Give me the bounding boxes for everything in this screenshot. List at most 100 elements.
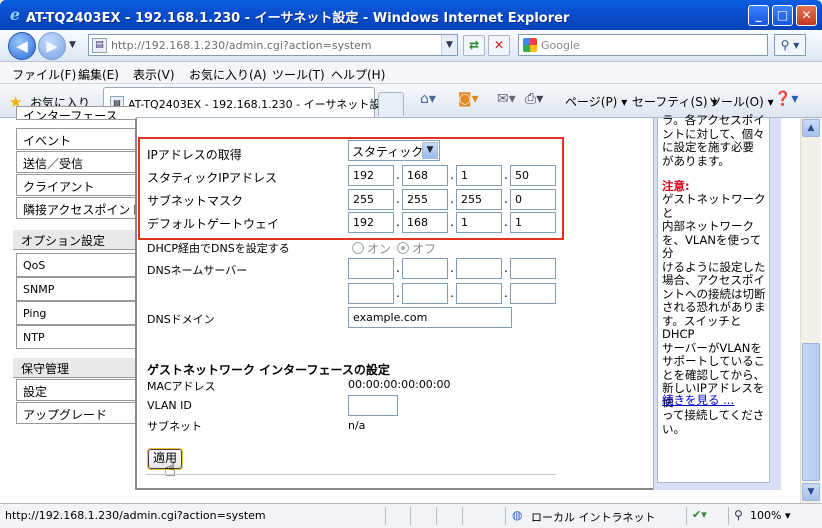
menu-edit[interactable]: 編集(E) xyxy=(78,66,119,83)
ip-dot: . xyxy=(396,286,400,300)
menu-favorites[interactable]: お気に入り(A) xyxy=(189,66,267,83)
new-tab-button[interactable] xyxy=(378,92,404,116)
sidebar-item-events[interactable]: イベント xyxy=(16,128,136,150)
sidebar-item-qos[interactable]: QoS xyxy=(16,253,136,277)
dns2-octet-4[interactable] xyxy=(510,283,556,304)
stop-button[interactable]: ✕ xyxy=(488,35,510,56)
help-content: ラ。各アクセスポイ ントに対して、個々 に設定を施す必要 があります。 注意: … xyxy=(657,113,770,483)
address-dropdown-icon[interactable]: ▼ xyxy=(441,35,457,55)
menu-tools[interactable]: ツール(T) xyxy=(272,66,325,83)
sidebar-item-ping[interactable]: Ping xyxy=(16,301,136,325)
ip-dot: . xyxy=(396,168,400,182)
zoom-icon[interactable]: ⚲ xyxy=(734,508,743,522)
help-line: に設定を施す必要 xyxy=(662,140,754,154)
dns1-octet-1[interactable] xyxy=(348,258,394,279)
window-title: AT-TQ2403EX - 192.168.1.230 - イーサネット設定 -… xyxy=(26,11,570,26)
help-line: サーバーがVLANを xyxy=(662,340,762,355)
maximize-button[interactable]: □ xyxy=(772,5,793,26)
zoom-level[interactable]: 100% ▾ xyxy=(750,509,790,522)
help-line: って接続してくださ xyxy=(662,408,765,422)
sidebar-item-config[interactable]: 設定 xyxy=(16,379,136,401)
scroll-down-icon[interactable]: ▼ xyxy=(802,483,820,501)
page-menu[interactable]: ページ(P) ▾ xyxy=(565,93,627,110)
sidebar-item-ntp[interactable]: NTP xyxy=(16,325,136,349)
status-divider xyxy=(728,507,729,525)
help-icon[interactable]: ❓▾ xyxy=(774,91,798,107)
dns1-octet-2[interactable] xyxy=(402,258,448,279)
tab-title: AT-TQ2403EX - 192.168.1.230 - イーサネット設... xyxy=(128,98,391,111)
vertical-scrollbar[interactable]: ▲ ▼ xyxy=(800,118,821,503)
protected-mode-icon[interactable]: ✔▾ xyxy=(692,508,707,521)
tab-current[interactable]: ▤ AT-TQ2403EX - 192.168.1.230 - イーサネット設.… xyxy=(103,87,391,117)
menu-file[interactable]: ファイル(F) xyxy=(12,66,76,83)
static-ip-octet-3[interactable]: 1 xyxy=(456,165,502,186)
zoom-level-value: 100% xyxy=(750,509,782,522)
status-divider xyxy=(385,507,386,525)
ip-dot: . xyxy=(450,286,454,300)
menu-view[interactable]: 表示(V) xyxy=(133,66,175,83)
search-placeholder: Google xyxy=(541,39,580,52)
dhcp-dns-off-radio[interactable] xyxy=(397,242,409,254)
security-zone: ローカル イントラネット xyxy=(531,511,656,524)
dns1-octet-3[interactable] xyxy=(456,258,502,279)
dhcp-dns-off-label: オフ xyxy=(412,242,437,256)
gateway-octet-3[interactable]: 1 xyxy=(456,212,502,233)
status-bar: http://192.168.1.230/admin.cgi?action=sy… xyxy=(0,503,822,528)
feeds-icon[interactable]: ◙▾ xyxy=(458,91,479,107)
sidebar-item-interface[interactable]: インターフェース xyxy=(16,106,136,120)
gateway-octet-1[interactable]: 192 xyxy=(348,212,394,233)
sidebar-item-tx-rx[interactable]: 送信／受信 xyxy=(16,151,136,173)
address-toolbar: ◀ ▶ ▼ ▤ http://192.168.1.230/admin.cgi?a… xyxy=(0,30,822,62)
ip-dot: . xyxy=(450,168,454,182)
vlan-id-input[interactable] xyxy=(348,395,398,416)
forward-button[interactable]: ▶ xyxy=(38,32,66,60)
mac-label: MACアドレス xyxy=(147,380,216,393)
sidebar-item-upgrade[interactable]: アップグレード xyxy=(16,402,136,424)
print-icon[interactable]: ⎙▾ xyxy=(525,91,543,107)
search-button[interactable]: ⚲ ▾ xyxy=(774,34,806,56)
ip-dot: . xyxy=(450,261,454,275)
help-line: 内部ネットワーク xyxy=(662,219,754,233)
ip-dot: . xyxy=(504,286,508,300)
subnet-octet-2[interactable]: 255 xyxy=(402,189,448,210)
guest-subnet-value: n/a xyxy=(348,419,366,432)
dns2-octet-1[interactable] xyxy=(348,283,394,304)
help-line: ントへの接続は切断 xyxy=(662,286,766,301)
tools-menu[interactable]: ツール(O) ▾ xyxy=(709,93,774,110)
mail-icon[interactable]: ✉▾ xyxy=(497,91,516,107)
dhcp-dns-on-radio[interactable] xyxy=(352,242,364,254)
dns2-octet-2[interactable] xyxy=(402,283,448,304)
more-link[interactable]: 続きを見る ... xyxy=(662,393,734,408)
subnet-octet-1[interactable]: 255 xyxy=(348,189,394,210)
sidebar-divider xyxy=(135,118,137,490)
gateway-octet-4[interactable]: 1 xyxy=(510,212,556,233)
ip-mode-select[interactable]: スタティックIP ▼ xyxy=(348,140,440,161)
sidebar-item-snmp[interactable]: SNMP xyxy=(16,277,136,301)
back-button[interactable]: ◀ xyxy=(8,32,36,60)
close-button[interactable]: ✕ xyxy=(796,5,817,26)
scroll-up-icon[interactable]: ▲ xyxy=(802,119,820,137)
safety-menu[interactable]: セーフティ(S) ▾ xyxy=(632,93,717,110)
sidebar-item-clients[interactable]: クライアント xyxy=(16,174,136,196)
scroll-thumb[interactable] xyxy=(802,343,820,481)
refresh-button[interactable]: ⇄ xyxy=(463,35,485,56)
gateway-octet-2[interactable]: 168 xyxy=(402,212,448,233)
static-ip-octet-1[interactable]: 192 xyxy=(348,165,394,186)
history-dropdown-icon[interactable]: ▼ xyxy=(69,40,76,50)
vlan-id-label: VLAN ID xyxy=(147,399,192,412)
search-box[interactable]: Google xyxy=(518,34,768,56)
minimize-button[interactable]: _ xyxy=(748,5,769,26)
status-url: http://192.168.1.230/admin.cgi?action=sy… xyxy=(5,509,266,522)
sidebar-item-neighbor-ap[interactable]: 隣接アクセスポイント xyxy=(16,197,136,219)
static-ip-octet-4[interactable]: 50 xyxy=(510,165,556,186)
subnet-octet-4[interactable]: 0 xyxy=(510,189,556,210)
dns2-octet-3[interactable] xyxy=(456,283,502,304)
home-icon[interactable]: ⌂▾ xyxy=(420,91,436,107)
dns1-octet-4[interactable] xyxy=(510,258,556,279)
subnet-octet-3[interactable]: 255 xyxy=(456,189,502,210)
dns-domain-input[interactable]: example.com xyxy=(348,307,512,328)
address-bar[interactable]: ▤ http://192.168.1.230/admin.cgi?action=… xyxy=(88,34,458,56)
static-ip-octet-2[interactable]: 168 xyxy=(402,165,448,186)
menu-help[interactable]: ヘルプ(H) xyxy=(331,66,385,83)
title-bar[interactable]: e AT-TQ2403EX - 192.168.1.230 - イーサネット設定… xyxy=(0,0,822,30)
